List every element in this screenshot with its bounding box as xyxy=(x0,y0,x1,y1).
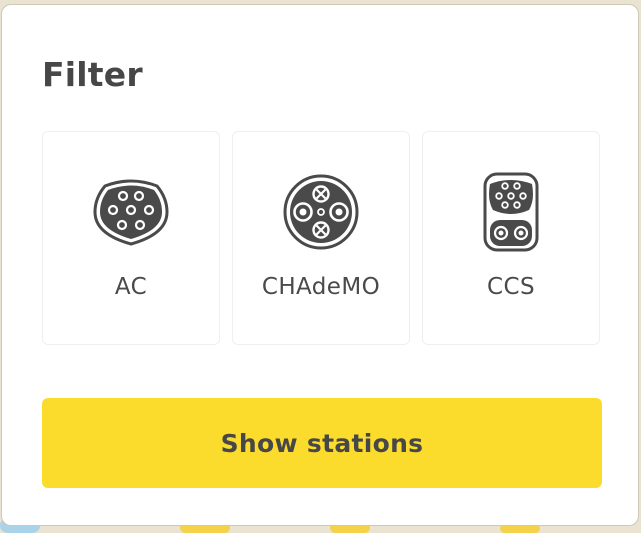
connector-option-ac[interactable]: AC xyxy=(42,131,220,345)
connector-label-ccs: CCS xyxy=(487,274,535,300)
connector-label-chademo: CHAdeMO xyxy=(261,274,381,300)
ccs-plug-icon xyxy=(483,172,539,252)
connector-option-ccs[interactable]: CCS xyxy=(422,131,600,345)
show-stations-button[interactable]: Show stations xyxy=(42,398,602,488)
connector-option-chademo[interactable]: CHAdeMO xyxy=(232,131,410,345)
filter-title: Filter xyxy=(42,55,143,94)
connector-label-ac: AC xyxy=(114,274,148,300)
chademo-plug-icon xyxy=(283,174,359,250)
type2-ac-plug-icon xyxy=(93,179,169,246)
filter-panel: Filter AC CHAdeMO CCS Show stations xyxy=(1,4,639,526)
